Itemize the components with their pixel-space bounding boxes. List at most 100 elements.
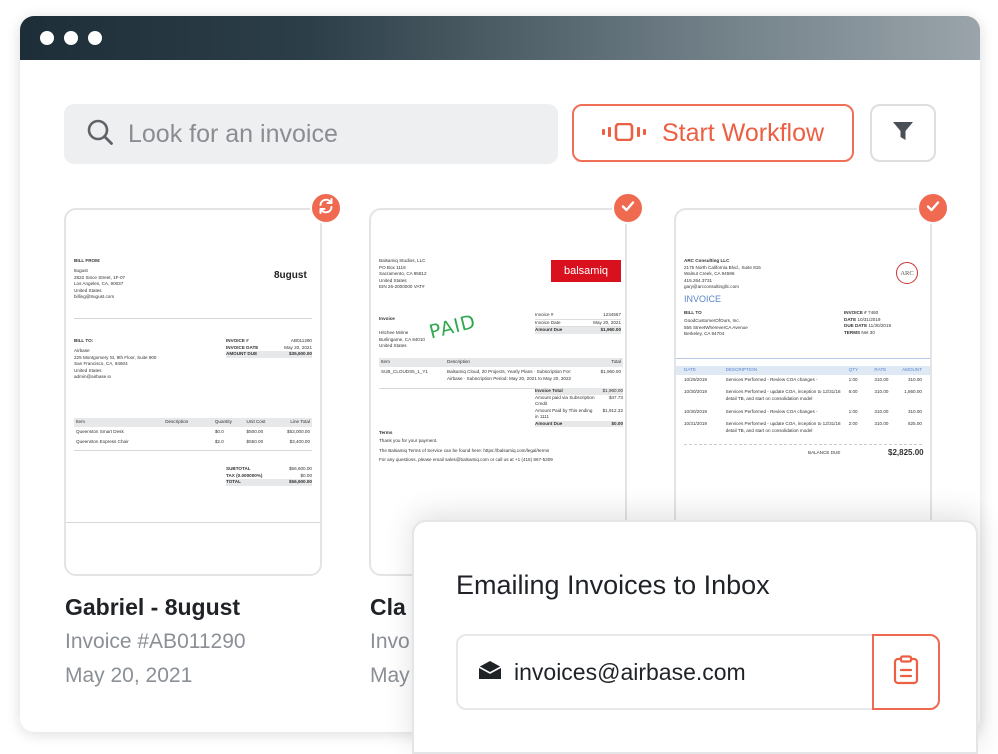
- card-title[interactable]: Cla: [370, 594, 406, 621]
- doc-text: United States: [379, 343, 407, 348]
- doc-table-row: 10/30/2019 Services Performed - update C…: [676, 388, 930, 403]
- doc-text: BALANCE DUE: [808, 450, 841, 455]
- doc-text: Invoice Date: [535, 319, 561, 325]
- doc-text: $56,600.00: [289, 479, 312, 484]
- doc-text: $1,960.00: [600, 369, 621, 374]
- doc-text: RATE: [874, 367, 887, 372]
- doc-text: 10/30/2019: [684, 389, 707, 394]
- doc-divider: [74, 318, 312, 319]
- doc-meta: INVOICE # 7460 DATE 10/31/2019 DUE DATE …: [844, 310, 918, 336]
- doc-text: $3,400.00: [289, 439, 311, 444]
- doc-text: Balsamiq Studios, LLC: [379, 258, 426, 263]
- card-date: May: [370, 664, 410, 687]
- inbox-email-field[interactable]: invoices@airbase.com: [456, 634, 940, 710]
- doc-text: admin@airbase.io: [74, 374, 112, 379]
- doc-text: 6:00: [848, 389, 858, 394]
- doc-text: Item: [76, 419, 85, 424]
- doc-text: $2.0: [214, 439, 224, 444]
- doc-text: EIN 26-2000000 VAT#: [379, 284, 425, 289]
- doc-text: 1234567: [603, 312, 621, 317]
- doc-table-row: 10/30/2019 Services Performed - Review C…: [676, 408, 930, 417]
- doc-text: DATE: [684, 367, 696, 372]
- doc-table-row: 10/31/2019 Services Performed - update C…: [676, 420, 930, 435]
- doc-table-header: Item Description Quantity Unit Cost Line…: [74, 418, 312, 427]
- doc-text: QTY: [848, 367, 859, 372]
- doc-table-row: 10/29/2019 Services Performed - Review C…: [676, 376, 930, 385]
- doc-text: TOTAL: [226, 479, 241, 484]
- start-workflow-button[interactable]: Start Workflow: [572, 104, 854, 162]
- doc-to-block: Airbase 225 Montgomery St, 9th Floor, Su…: [74, 348, 156, 381]
- doc-text: Services Performed - Review COA changes …: [725, 409, 818, 414]
- doc-logo: ARC: [896, 262, 918, 284]
- inbox-email-address[interactable]: invoices@airbase.com: [514, 659, 746, 686]
- doc-text: $35,600.00: [289, 351, 312, 356]
- doc-text: BILL TO:: [74, 338, 94, 343]
- doc-text: Services Performed - update COA, incepti…: [725, 421, 841, 433]
- doc-text: BILL TO: [684, 310, 702, 315]
- window-dot-icon[interactable]: [64, 31, 78, 45]
- doc-text: 2:00: [848, 421, 858, 426]
- doc-text: Invoice #: [535, 312, 554, 317]
- doc-text: Balsamiq Cloud, 20 Projects, Yearly Plan…: [447, 369, 572, 381]
- doc-text: [165, 429, 215, 436]
- doc-text: DESCRIPTION: [725, 367, 758, 372]
- doc-from-block: 8ugust 2822 Since Street, 1F-07 Los Ange…: [74, 268, 125, 301]
- invoice-preview: BILL FROM: 8ugust 2822 Since Street, 1F-…: [66, 210, 320, 574]
- doc-text: AMOUNT DUE: [226, 351, 258, 356]
- search-placeholder: Look for an invoice: [128, 119, 338, 148]
- doc-text: 310.00: [874, 377, 889, 382]
- doc-text: GoodCustomerOfOurs, Inc.: [684, 318, 740, 323]
- doc-text: Queenston Express Chair: [76, 439, 129, 444]
- filter-icon: [892, 120, 914, 147]
- doc-text: $500.00: [246, 429, 264, 434]
- doc-text: Invoice: [379, 316, 395, 321]
- doc-table-row: Queenston Smart Desk $0.0 $500.00 $53,00…: [74, 428, 312, 437]
- doc-table-header: DATE DESCRIPTION QTY RATE AMOUNT: [676, 366, 930, 375]
- doc-text: Line Total: [290, 419, 311, 424]
- doc-text: 10/31/2019: [857, 316, 881, 322]
- doc-text: 310.00: [874, 421, 889, 426]
- title-bar: [20, 16, 980, 60]
- doc-text: 10/29/2019: [684, 377, 707, 382]
- check-icon: [925, 198, 941, 219]
- doc-totals: SUBTOTAL $56,600.00 TAX (0.000000%) $0.00 …: [226, 466, 312, 486]
- doc-text: $550.00: [246, 439, 264, 444]
- copy-email-button[interactable]: [872, 634, 940, 710]
- doc-meta: Invoice # 1234567 Invoice Date May 20, 202…: [535, 312, 621, 334]
- invoice-card[interactable]: BILL FROM: 8ugust 2822 Since Street, 1F-…: [64, 208, 322, 576]
- doc-text: 310.00: [907, 409, 922, 414]
- doc-text: Sacramento, CA 95812: [379, 271, 427, 276]
- doc-table-row: SUB_CLOUDS5_1_Y1 Balsamiq Cloud, 20 Proj…: [379, 368, 623, 383]
- doc-meta: INVOICE # AB011290 INVOICE DATE May 20, 20…: [226, 338, 312, 358]
- doc-to-block: GoodCustomerOfOurs, Inc. 556 StreetWhere…: [684, 318, 748, 338]
- search-input[interactable]: Look for an invoice: [64, 104, 558, 164]
- doc-totals: Invoice Total $1,960.00 Amount paid via S…: [535, 388, 623, 427]
- doc-text: 1,860.00: [904, 389, 922, 394]
- doc-text: Unit Cost: [246, 419, 266, 424]
- email-inbox-panel: Emailing Invoices to Inbox invoices@airb…: [412, 520, 978, 754]
- doc-text: 310.00: [907, 377, 922, 382]
- filter-button[interactable]: [870, 104, 936, 162]
- window-dot-icon[interactable]: [88, 31, 102, 45]
- card-title[interactable]: Gabriel - 8ugust: [65, 594, 240, 621]
- doc-heading: INVOICE: [684, 294, 722, 304]
- doc-text: $1,912.32: [602, 407, 623, 413]
- doc-text: Description: [165, 419, 189, 424]
- doc-text: 310.00: [874, 409, 889, 414]
- window-dot-icon[interactable]: [40, 31, 54, 45]
- doc-text: 10/30/2019: [684, 409, 707, 414]
- doc-text: 1:00: [848, 409, 858, 414]
- doc-text: 11/30/2019: [868, 323, 892, 328]
- doc-text: INVOICE #: [844, 310, 867, 315]
- paid-status-badge: [612, 192, 644, 224]
- doc-text: The Balsamiq Terms of Service can be fou…: [379, 447, 550, 453]
- doc-text: Description: [447, 359, 470, 364]
- clipboard-icon: [893, 654, 919, 690]
- refresh-icon: [317, 197, 335, 220]
- paid-status-badge: [917, 192, 949, 224]
- card-date: May 20, 2021: [65, 664, 193, 687]
- doc-text: Item: [381, 359, 390, 364]
- doc-text: 1:00: [848, 377, 858, 382]
- doc-table-row: Queenston Express Chair $2.0 $550.00 $3,…: [74, 438, 312, 447]
- doc-text: $0.0: [214, 429, 224, 434]
